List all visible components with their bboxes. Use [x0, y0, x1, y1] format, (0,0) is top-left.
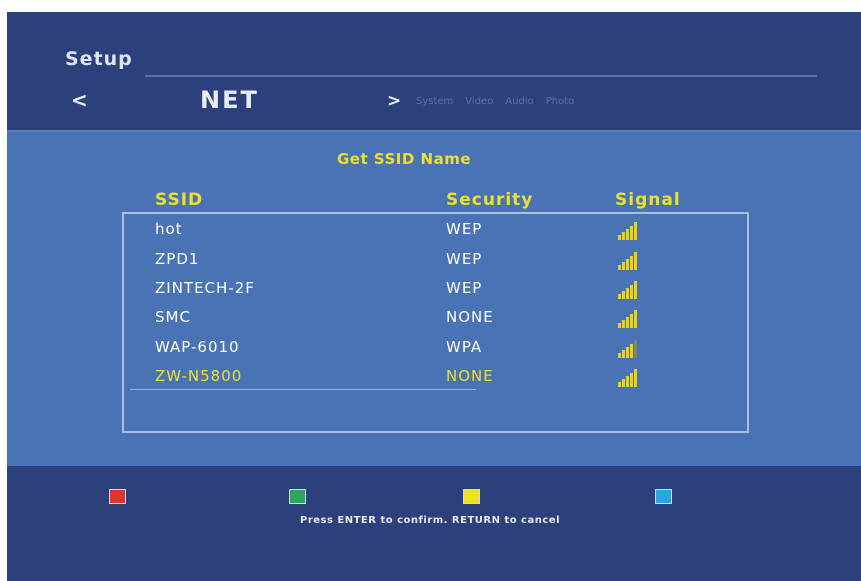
network-security: WEP	[446, 220, 483, 238]
selection-underline	[130, 389, 476, 390]
signal-strength-icon	[618, 252, 638, 270]
network-row[interactable]: ZW-N5800 NONE	[124, 363, 747, 393]
signal-bar	[618, 235, 621, 240]
signal-bar	[622, 320, 625, 328]
signal-bar	[630, 285, 633, 299]
network-row[interactable]: ZPD1 WEP	[124, 246, 747, 276]
setup-screen: Setup < NET > System Video Audio Photo G…	[7, 12, 861, 581]
tab-audio[interactable]: Audio	[505, 96, 533, 107]
column-header-signal: Signal	[615, 190, 681, 210]
network-security: WEP	[446, 250, 483, 268]
column-header-ssid: SSID	[155, 190, 204, 210]
network-row[interactable]: WAP-6010 WPA	[124, 334, 747, 364]
column-header-security: Security	[446, 190, 534, 210]
footer-bar: Press ENTER to confirm. RETURN to cancel	[7, 466, 861, 581]
signal-bar	[622, 232, 625, 240]
network-ssid: WAP-6010	[155, 338, 240, 356]
ssid-panel: Get SSID Name SSID Security Signal hot WE…	[7, 130, 861, 468]
footer-hint-text: Press ENTER to confirm. RETURN to cancel	[299, 515, 560, 526]
nav-prev-arrow-icon[interactable]: <	[71, 88, 88, 112]
signal-strength-icon	[618, 340, 638, 358]
network-ssid: ZINTECH-2F	[155, 279, 255, 297]
signal-bar	[634, 281, 637, 299]
signal-bar	[634, 252, 637, 270]
signal-bar	[626, 376, 629, 387]
signal-bar	[622, 350, 625, 358]
header-divider	[145, 75, 817, 77]
signal-bar	[622, 291, 625, 299]
signal-strength-icon	[618, 222, 638, 240]
red-key-button[interactable]	[109, 489, 126, 504]
signal-bar	[618, 353, 621, 358]
signal-bar	[626, 288, 629, 299]
signal-bar	[630, 373, 633, 387]
network-ssid: SMC	[155, 308, 191, 326]
setup-header: Setup < NET > System Video Audio Photo	[7, 12, 861, 130]
section-tabs: System Video Audio Photo	[416, 96, 574, 107]
signal-bar	[630, 314, 633, 328]
signal-bar	[634, 369, 637, 387]
network-security: WEP	[446, 279, 483, 297]
yellow-key-button[interactable]	[463, 489, 480, 504]
signal-bar	[630, 344, 633, 358]
network-security: NONE	[446, 367, 494, 385]
signal-bar	[626, 259, 629, 270]
signal-bar	[618, 323, 621, 328]
signal-bar	[626, 317, 629, 328]
signal-bar	[622, 379, 625, 387]
signal-bar	[630, 256, 633, 270]
signal-bar	[634, 222, 637, 240]
signal-bar	[634, 310, 637, 328]
signal-strength-icon	[618, 310, 638, 328]
page-title: Setup	[65, 48, 133, 70]
network-row[interactable]: SMC NONE	[124, 304, 747, 334]
signal-bar	[622, 262, 625, 270]
panel-title: Get SSID Name	[336, 150, 472, 168]
blue-key-button[interactable]	[655, 489, 672, 504]
network-ssid: hot	[155, 220, 183, 238]
network-ssid: ZPD1	[155, 250, 200, 268]
signal-bar	[630, 226, 633, 240]
nav-next-arrow-icon[interactable]: >	[387, 91, 401, 111]
current-section-title: NET	[200, 86, 259, 114]
signal-bar	[626, 347, 629, 358]
signal-bar	[634, 340, 637, 358]
network-row[interactable]: hot WEP	[124, 216, 747, 246]
tab-system[interactable]: System	[416, 96, 453, 107]
signal-bar	[618, 265, 621, 270]
network-ssid: ZW-N5800	[155, 367, 243, 385]
tab-photo[interactable]: Photo	[546, 96, 575, 107]
green-key-button[interactable]	[289, 489, 306, 504]
signal-bar	[618, 294, 621, 299]
network-security: WPA	[446, 338, 483, 356]
network-row[interactable]: ZINTECH-2F WEP	[124, 275, 747, 305]
signal-bar	[626, 229, 629, 240]
ssid-list: hot WEP ZPD1 WEP ZINTECH-2F WEP SMC NONE WAP-601…	[122, 212, 749, 433]
signal-bar	[618, 382, 621, 387]
tab-video[interactable]: Video	[465, 96, 493, 107]
signal-strength-icon	[618, 369, 638, 387]
network-security: NONE	[446, 308, 494, 326]
signal-strength-icon	[618, 281, 638, 299]
